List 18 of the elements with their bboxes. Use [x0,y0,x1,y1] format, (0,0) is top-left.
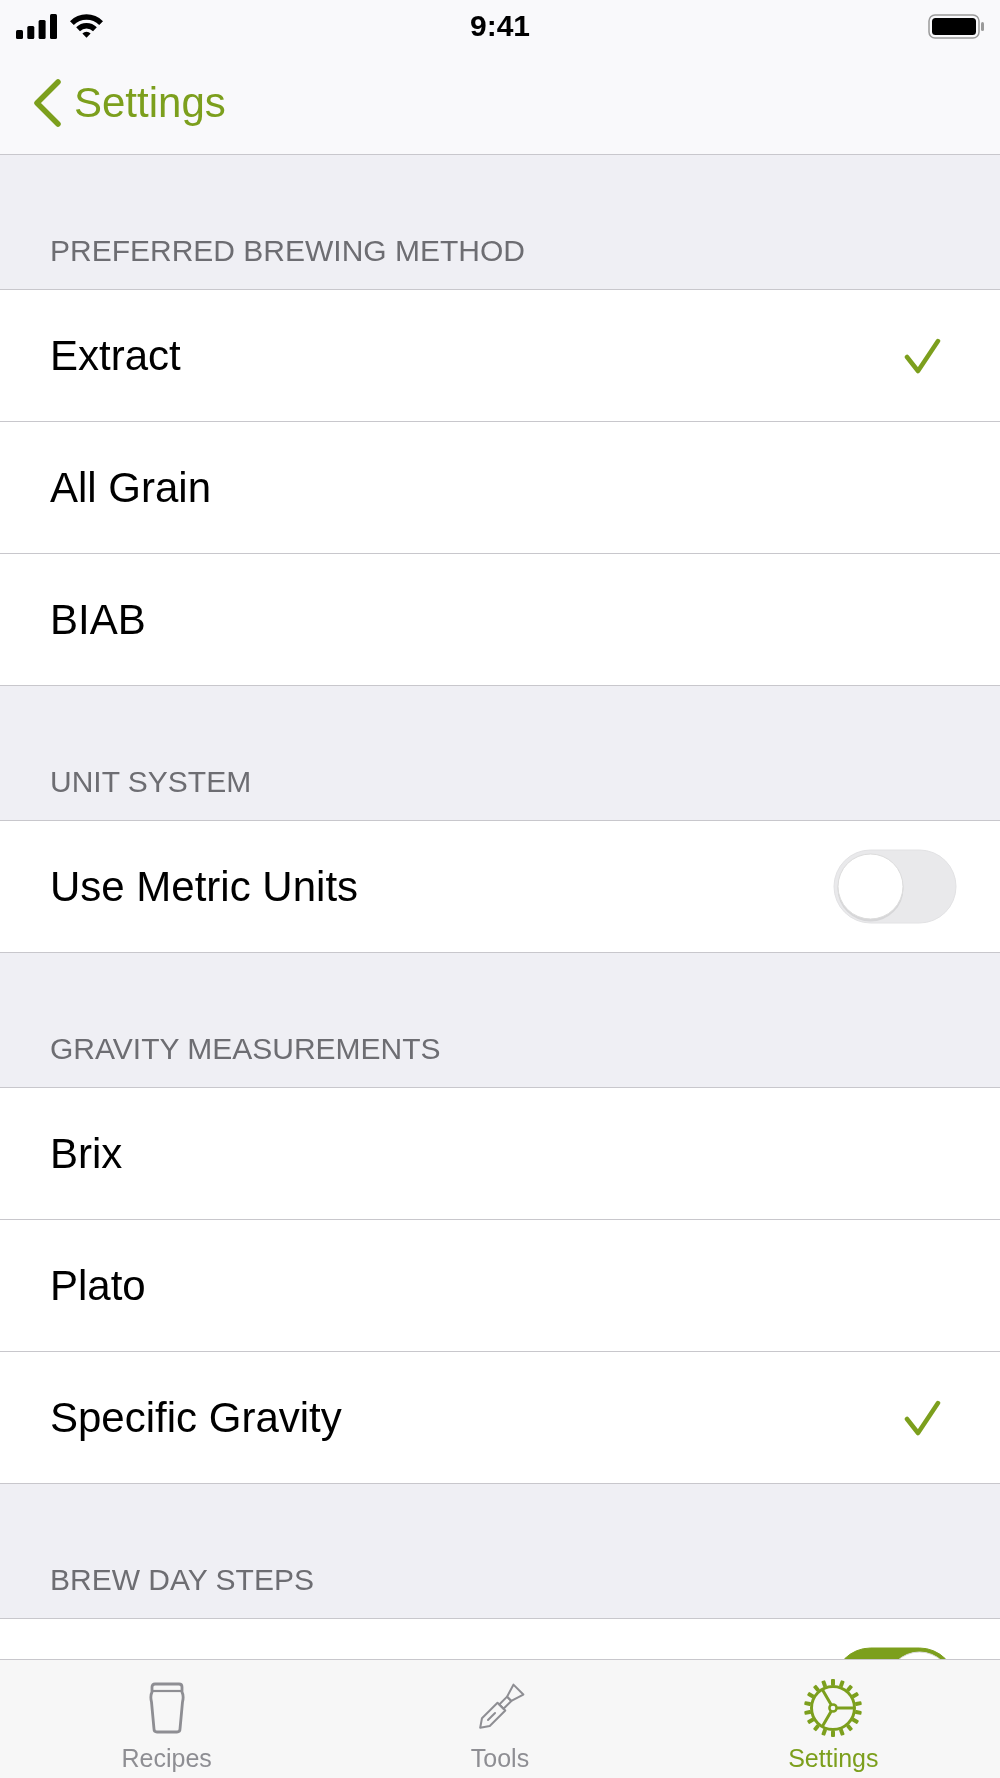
list-option[interactable]: BIAB [0,554,1000,686]
chevron-left-icon [31,78,62,128]
list-option[interactable]: Extract [0,290,1000,422]
row-label: Use Metric Units [50,862,359,911]
list-option[interactable]: All Grain [0,422,1000,554]
list-option[interactable]: Plato [0,1220,1000,1352]
battery-icon [928,13,985,39]
gear-icon [803,1678,864,1738]
wifi-icon [69,13,104,39]
section-header: BREW DAY STEPS [50,1563,314,1597]
section-header: GRAVITY MEASUREMENTS [50,1032,441,1066]
section-header: UNIT SYSTEM [50,765,252,799]
list-option[interactable]: Brix [0,1088,1000,1220]
list-option[interactable]: Specific Gravity [0,1352,1000,1484]
status-time: 9:41 [469,11,530,41]
section-header: PREFERRED BREWING METHOD [50,234,526,268]
pint-glass-icon [148,1682,185,1734]
signal-strength-icon [16,13,57,39]
